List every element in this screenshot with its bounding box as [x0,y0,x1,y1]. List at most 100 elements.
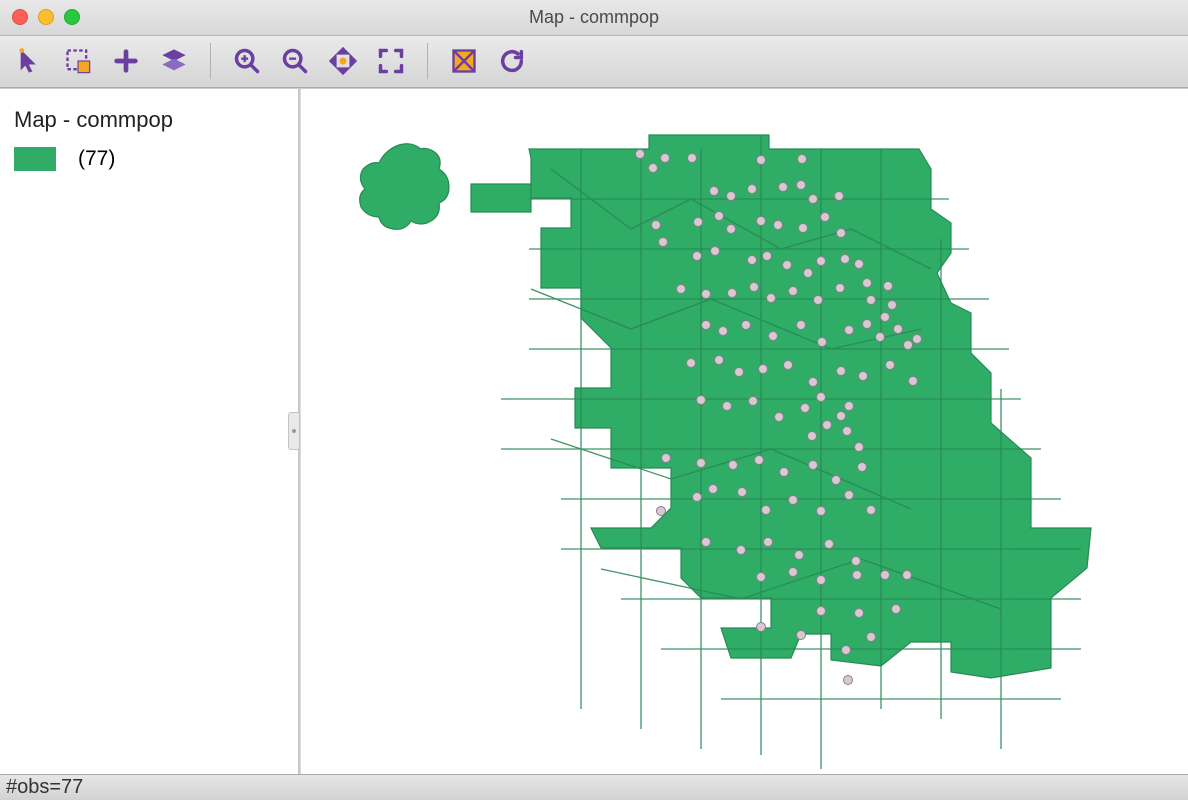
map-point[interactable] [657,506,666,515]
map-point[interactable] [687,358,696,367]
map-point[interactable] [649,163,658,172]
map-point[interactable] [801,403,810,412]
map-point[interactable] [702,537,711,546]
map-point[interactable] [859,371,868,380]
map-point[interactable] [767,293,776,302]
map-point[interactable] [913,334,922,343]
map-point[interactable] [757,572,766,581]
map-point[interactable] [795,550,804,559]
map-point[interactable] [867,505,876,514]
legend-item[interactable]: (77) [14,147,284,171]
map-point[interactable] [693,251,702,260]
map-point[interactable] [757,622,766,631]
map-point[interactable] [809,194,818,203]
map-point[interactable] [797,320,806,329]
map-point[interactable] [775,412,784,421]
map-point[interactable] [894,324,903,333]
map-point[interactable] [779,182,788,191]
map-point[interactable] [817,506,826,515]
map-point[interactable] [892,604,901,613]
map-point[interactable] [719,326,728,335]
map-point[interactable] [842,645,851,654]
map-point[interactable] [809,460,818,469]
map-point[interactable] [661,153,670,162]
map-point[interactable] [729,460,738,469]
map-point[interactable] [702,289,711,298]
map-point[interactable] [774,220,783,229]
map-point[interactable] [825,539,834,548]
map-point[interactable] [728,288,737,297]
map-point[interactable] [814,295,823,304]
map-point[interactable] [755,455,764,464]
map-point[interactable] [711,246,720,255]
map-point[interactable] [789,286,798,295]
close-window-button[interactable] [12,9,28,25]
map-point[interactable] [817,392,826,401]
map-point[interactable] [837,366,846,375]
map-point[interactable] [821,212,830,221]
map-point[interactable] [797,630,806,639]
map-point[interactable] [837,411,846,420]
map-point[interactable] [823,420,832,429]
map-point[interactable] [784,360,793,369]
map-point[interactable] [817,575,826,584]
map-point[interactable] [884,281,893,290]
map-point[interactable] [697,395,706,404]
map-point[interactable] [804,268,813,277]
map-point[interactable] [798,154,807,163]
map-point[interactable] [881,312,890,321]
map-point[interactable] [662,453,671,462]
map-point[interactable] [841,254,850,263]
map-point[interactable] [876,332,885,341]
map-point[interactable] [738,487,747,496]
map-point[interactable] [783,260,792,269]
map-point[interactable] [694,217,703,226]
map-point[interactable] [858,462,867,471]
map-point[interactable] [742,320,751,329]
map-point[interactable] [881,570,890,579]
map-point[interactable] [735,367,744,376]
select-rect-button[interactable] [56,41,100,81]
map-point[interactable] [818,337,827,346]
layers-button[interactable] [152,41,196,81]
map-point[interactable] [702,320,711,329]
map-point[interactable] [836,283,845,292]
panel-collapse-handle[interactable] [288,412,300,450]
map-point[interactable] [835,191,844,200]
map-point[interactable] [843,426,852,435]
map-point[interactable] [855,259,864,268]
map-point[interactable] [888,300,897,309]
map-point[interactable] [797,180,806,189]
map-point[interactable] [852,556,861,565]
map-point[interactable] [886,360,895,369]
minimize-window-button[interactable] [38,9,54,25]
map-point[interactable] [867,632,876,641]
map-point[interactable] [909,376,918,385]
map-point[interactable] [832,475,841,484]
map-point[interactable] [855,608,864,617]
map-point[interactable] [789,495,798,504]
maximize-window-button[interactable] [64,9,80,25]
map-point[interactable] [904,340,913,349]
map-point[interactable] [652,220,661,229]
map-point[interactable] [763,251,772,260]
add-button[interactable] [104,41,148,81]
map-point[interactable] [636,149,645,158]
map-point[interactable] [748,255,757,264]
map-point[interactable] [867,295,876,304]
map-point[interactable] [709,484,718,493]
map-point[interactable] [748,184,757,193]
zoom-in-button[interactable] [225,41,269,81]
map-point[interactable] [750,282,759,291]
zoom-out-button[interactable] [273,41,317,81]
map-point[interactable] [764,537,773,546]
map-point[interactable] [817,256,826,265]
map-point[interactable] [809,377,818,386]
map-point[interactable] [759,364,768,373]
map-point[interactable] [845,401,854,410]
map-point[interactable] [844,675,853,684]
map-point[interactable] [845,490,854,499]
map-point[interactable] [817,606,826,615]
map-point[interactable] [757,155,766,164]
map-point[interactable] [715,355,724,364]
